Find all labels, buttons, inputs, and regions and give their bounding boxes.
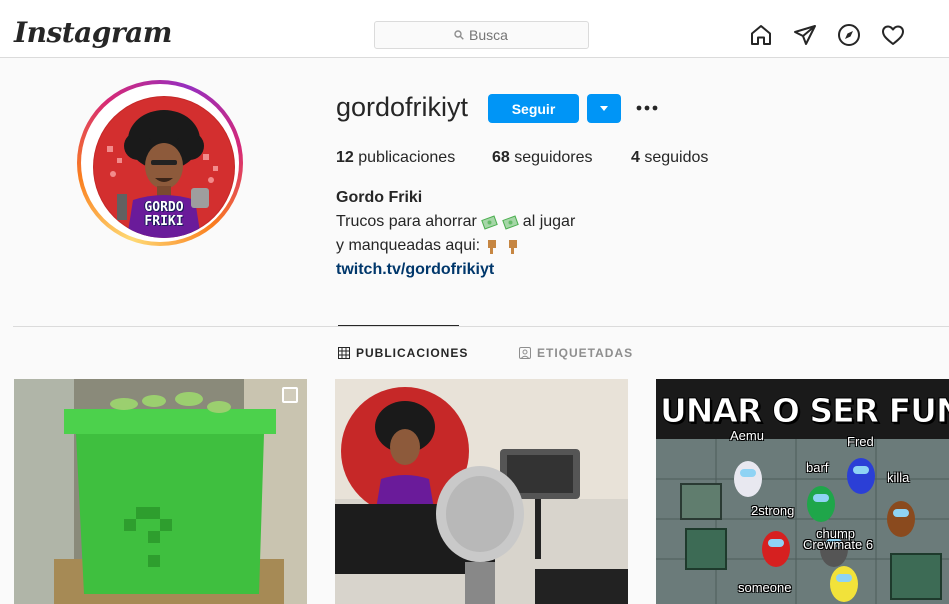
crew-label: killa — [887, 470, 910, 485]
activity-heart-icon[interactable] — [881, 23, 905, 47]
crew-label: someone — [738, 580, 792, 595]
post-image-microphone-setup — [335, 379, 628, 604]
search-input[interactable] — [469, 27, 509, 43]
search-icon — [454, 30, 464, 40]
tab-tagged[interactable]: ETIQUETADAS — [519, 346, 633, 360]
caret-down-icon — [600, 105, 608, 111]
post-thumbnail-3[interactable]: UNAR O SER FUNAD Aemu Fred barf killa 2s… — [656, 379, 949, 604]
crew-label: Fred — [847, 434, 874, 449]
posts-count-stat: 12 publicaciones — [336, 149, 456, 166]
tabs-divider — [13, 326, 949, 327]
direct-icon[interactable] — [793, 23, 817, 47]
avatar-text-line2: FRIKI — [144, 214, 184, 229]
suggestions-dropdown-button[interactable] — [587, 94, 621, 123]
instagram-logo[interactable]: Instagram — [14, 16, 172, 49]
avatar-text-line1: GORDO — [144, 200, 184, 215]
profile-username: gordofrikiyt — [336, 92, 469, 122]
post-thumbnail-2[interactable] — [335, 379, 628, 604]
crew-label: Crewmate 6 — [803, 537, 874, 552]
bio-link[interactable]: twitch.tv/gordofrikiyt — [336, 261, 494, 279]
pointing-down-icon — [509, 239, 518, 254]
profile-avatar-ring[interactable]: GORDO FRIKI — [77, 80, 243, 246]
avatar: GORDO FRIKI — [93, 96, 235, 238]
ellipsis-icon — [636, 105, 658, 111]
crew-label: 2strong — [751, 503, 795, 518]
post-image-plant-pot — [14, 379, 307, 604]
top-navbar: Instagram — [0, 0, 949, 58]
crew-label: Aemu — [730, 428, 764, 443]
follow-button[interactable]: Seguir — [488, 94, 579, 123]
post-thumbnail-1[interactable] — [14, 379, 307, 604]
bio-line-1: Trucos para ahorrar al jugar — [336, 213, 576, 230]
following-stat[interactable]: 4 seguidos — [631, 149, 708, 167]
followers-stat[interactable]: 68 seguidores — [492, 149, 593, 167]
money-with-wings-icon — [502, 214, 519, 230]
crew-label: barf — [806, 460, 829, 475]
profile-full-name: Gordo Friki — [336, 189, 423, 206]
tab-publications[interactable]: PUBLICACIONES — [338, 346, 468, 360]
home-icon[interactable] — [749, 23, 773, 47]
pointing-down-icon — [488, 239, 497, 254]
meme-title-text: UNAR O SER FUNAD — [660, 391, 949, 431]
grid-icon — [338, 347, 350, 359]
more-options-button[interactable] — [633, 96, 661, 120]
tagged-user-icon — [519, 347, 531, 359]
money-with-wings-icon — [481, 214, 498, 230]
active-tab-indicator — [338, 325, 459, 326]
bio-line-2: y manqueadas aqui: — [336, 237, 522, 255]
explore-icon[interactable] — [837, 23, 861, 47]
search-box[interactable] — [374, 21, 589, 49]
multiple-posts-icon — [282, 387, 298, 403]
